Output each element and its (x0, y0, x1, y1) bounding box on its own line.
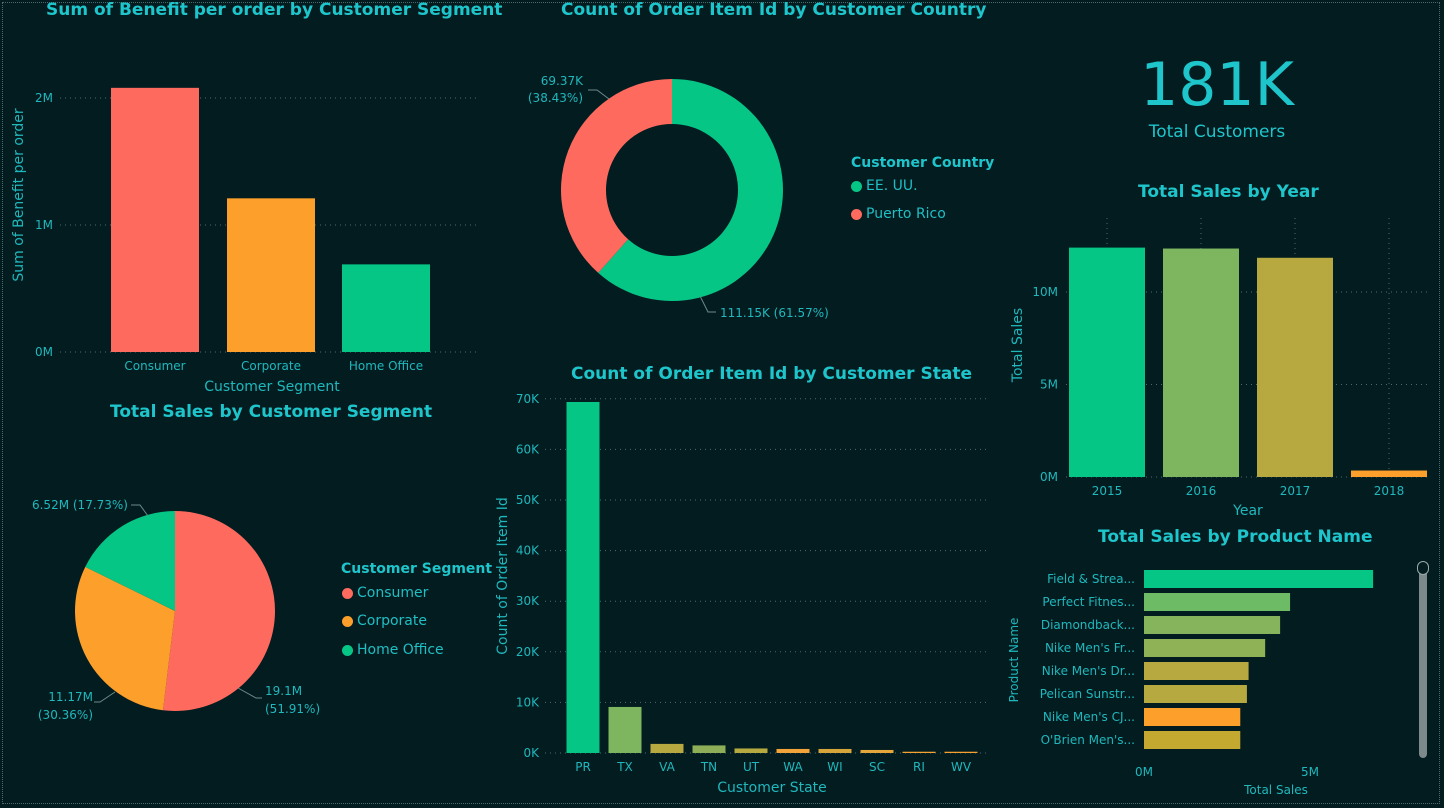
y-tick-label: Field & Strea... (1047, 572, 1135, 586)
x-tick-label: 5M (1301, 765, 1319, 779)
bar-product-6 (1144, 685, 1247, 703)
bar-product-1 (1144, 570, 1374, 588)
bar-product-8 (1144, 731, 1241, 749)
bar-product-4 (1144, 639, 1266, 657)
x-axis-label: Total Sales (1243, 783, 1308, 797)
bar-product-7 (1144, 708, 1241, 726)
y-tick-label: O'Brien Men's... (1041, 733, 1135, 747)
bar-product-5 (1144, 662, 1249, 680)
y-tick-label: Perfect Fitnes... (1042, 595, 1135, 609)
x-tick-label: 0M (1135, 765, 1153, 779)
y-tick-label: Pelican Sunstr... (1040, 687, 1135, 701)
y-tick-label: Nike Men's Dr... (1042, 664, 1135, 678)
y-tick-label: Diamondback... (1041, 618, 1135, 632)
product-scrollbar-handle[interactable] (1417, 561, 1429, 575)
product-bar-chart: 0M 5M Field & Strea... Perfect Fitnes... Dia… (1007, 570, 1374, 797)
bar-product-3 (1144, 616, 1281, 634)
y-tick-label: Nike Men's CJ... (1043, 710, 1135, 724)
y-axis-label: Product Name (1007, 618, 1021, 703)
y-tick-label: Nike Men's Fr... (1045, 641, 1135, 655)
bar-product-2 (1144, 593, 1291, 611)
product-scrollbar-thumb[interactable] (1419, 570, 1427, 758)
